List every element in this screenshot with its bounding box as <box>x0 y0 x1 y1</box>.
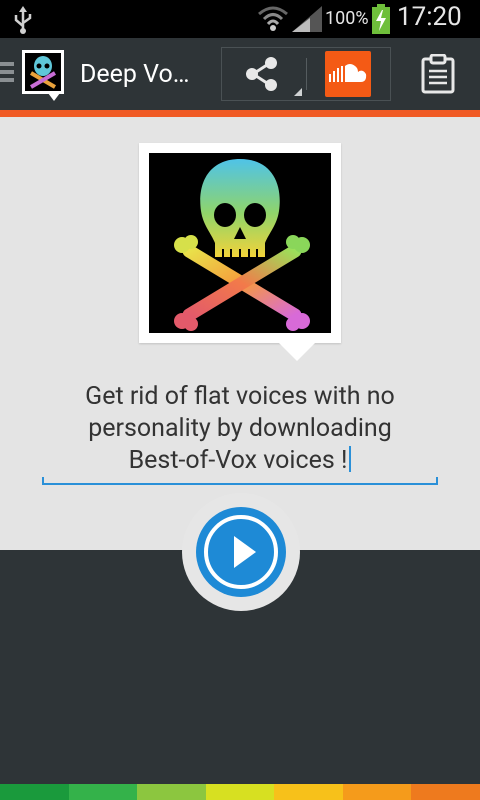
rainbow-segment <box>137 784 206 800</box>
divider <box>306 58 307 90</box>
skull-crossbones-icon <box>174 159 310 331</box>
rainbow-segment <box>0 784 69 800</box>
accent-strip <box>0 110 480 117</box>
wifi-icon <box>258 6 288 31</box>
app-logo-icon[interactable] <box>22 50 64 101</box>
signal-icon <box>292 6 322 32</box>
description-line: Best-of-Vox voices ! <box>128 446 348 475</box>
share-icon <box>246 57 277 91</box>
drawer-indicator-icon[interactable] <box>0 62 14 86</box>
app-title: Deep Vo… <box>80 60 190 89</box>
status-bar: 100% 17:20 <box>0 0 480 38</box>
description-underline <box>42 477 438 485</box>
voice-description-field[interactable]: Get rid of flat voices with no personali… <box>40 381 440 477</box>
play-button[interactable] <box>196 507 286 597</box>
battery-percent: 100% <box>325 8 369 29</box>
rainbow-bar <box>0 784 480 800</box>
play-button-container <box>182 493 300 611</box>
rainbow-segment <box>205 784 275 800</box>
soundcloud-icon <box>329 64 367 82</box>
description-line: personality by downloading <box>88 414 392 443</box>
rainbow-segment <box>411 784 480 800</box>
voice-artwork <box>149 153 331 333</box>
clipboard-icon <box>421 53 455 94</box>
usb-icon <box>14 6 32 34</box>
soundcloud-button[interactable] <box>325 51 371 97</box>
clock: 17:20 <box>397 2 462 32</box>
battery-charging-icon <box>372 4 390 34</box>
voice-image-card <box>139 143 341 361</box>
description-line: Get rid of flat voices with no <box>85 382 395 411</box>
clipboard-button[interactable] <box>418 53 458 98</box>
content-panel: Get rid of flat voices with no personali… <box>0 117 480 550</box>
action-bar: Deep Vo… <box>0 38 480 110</box>
play-icon <box>234 536 256 568</box>
rainbow-segment <box>68 784 138 800</box>
rainbow-segment <box>342 784 412 800</box>
action-button-group <box>221 47 391 101</box>
rainbow-segment <box>274 784 343 800</box>
text-cursor <box>349 446 352 472</box>
share-button[interactable] <box>222 48 306 100</box>
